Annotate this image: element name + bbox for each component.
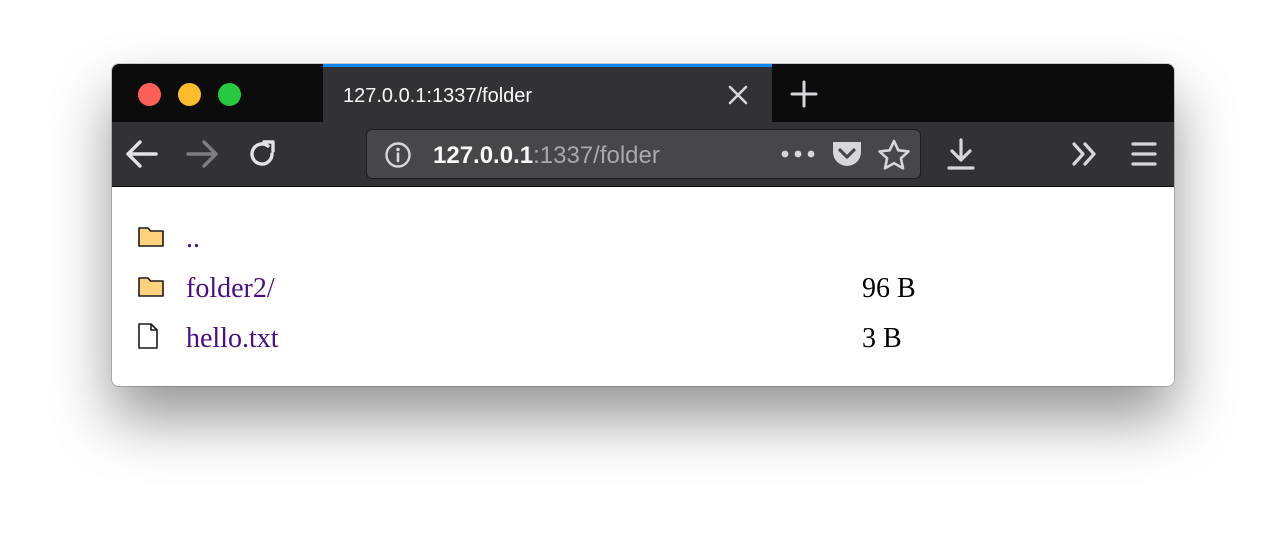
hamburger-menu-icon[interactable] — [1131, 140, 1157, 168]
url-host: 127.0.0.1 — [433, 142, 534, 169]
window-close-button[interactable] — [138, 83, 161, 106]
list-item[interactable]: .. — [112, 217, 1174, 267]
folder-icon — [138, 227, 164, 247]
info-icon[interactable] — [384, 141, 412, 169]
url-text: 127.0.0.1:1337/folder — [433, 142, 660, 170]
reload-icon[interactable] — [246, 138, 278, 170]
window-minimize-button[interactable] — [178, 83, 201, 106]
directory-listing: .. folder2/ 96 B hello.txt 3 B — [112, 187, 1174, 386]
title-bar: 127.0.0.1:1337/folder — [112, 64, 1174, 122]
file-icon — [138, 323, 158, 349]
tab-title: 127.0.0.1:1337/folder — [343, 85, 533, 107]
entry-link[interactable]: folder2/ — [186, 273, 275, 305]
window-maximize-button[interactable] — [218, 83, 241, 106]
downloads-icon[interactable] — [946, 136, 976, 172]
navigation-toolbar: 127.0.0.1:1337/folder — [112, 122, 1174, 187]
list-item[interactable]: hello.txt 3 B — [112, 317, 1174, 367]
pocket-icon[interactable] — [830, 139, 864, 169]
close-tab-icon[interactable] — [726, 83, 750, 107]
folder-icon — [138, 277, 164, 297]
page-actions-icon[interactable] — [780, 145, 816, 163]
overflow-chevrons-icon[interactable] — [1070, 140, 1100, 168]
forward-icon[interactable] — [184, 138, 220, 170]
entry-link[interactable]: hello.txt — [186, 323, 279, 355]
entry-size: 3 B — [862, 323, 902, 354]
list-item[interactable]: folder2/ 96 B — [112, 267, 1174, 317]
tab-active[interactable]: 127.0.0.1:1337/folder — [323, 64, 772, 122]
browser-window: 127.0.0.1:1337/folder 127.0.0.1:1337/fol… — [112, 64, 1174, 386]
entry-link[interactable]: .. — [186, 223, 200, 255]
entry-size: 96 B — [862, 273, 916, 304]
url-path: :1337/folder — [533, 142, 660, 169]
address-bar[interactable]: 127.0.0.1:1337/folder — [366, 129, 921, 179]
new-tab-icon[interactable] — [788, 78, 820, 110]
bookmark-star-icon[interactable] — [877, 138, 911, 172]
back-icon[interactable] — [124, 138, 160, 170]
